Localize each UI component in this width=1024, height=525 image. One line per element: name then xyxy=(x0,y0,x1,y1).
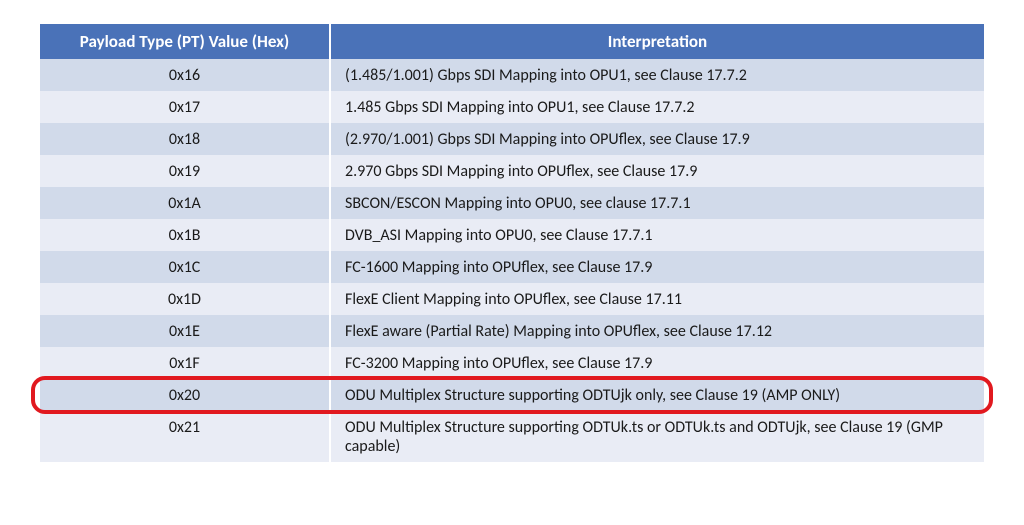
cell-interpretation: SBCON/ESCON Mapping into OPU0, see claus… xyxy=(330,187,984,219)
cell-payload-type: 0x16 xyxy=(40,59,330,91)
cell-payload-type: 0x1C xyxy=(40,251,330,283)
table-row: 0x1BDVB_ASI Mapping into OPU0, see Claus… xyxy=(40,219,984,251)
table-row: 0x1CFC-1600 Mapping into OPUflex, see Cl… xyxy=(40,251,984,283)
cell-payload-type: 0x1B xyxy=(40,219,330,251)
cell-payload-type: 0x1F xyxy=(40,347,330,379)
cell-interpretation: FC-3200 Mapping into OPUflex, see Clause… xyxy=(330,347,984,379)
cell-interpretation: 2.970 Gbps SDI Mapping into OPUflex, see… xyxy=(330,155,984,187)
table-row: 0x1EFlexE aware (Partial Rate) Mapping i… xyxy=(40,315,984,347)
table-row: 0x16(1.485/1.001) Gbps SDI Mapping into … xyxy=(40,59,984,91)
cell-interpretation: FC-1600 Mapping into OPUflex, see Clause… xyxy=(330,251,984,283)
cell-interpretation: FlexE Client Mapping into OPUflex, see C… xyxy=(330,283,984,315)
cell-interpretation: ODU Multiplex Structure supporting ODTUk… xyxy=(330,411,984,462)
table-row: 0x1ASBCON/ESCON Mapping into OPU0, see c… xyxy=(40,187,984,219)
table-row: 0x192.970 Gbps SDI Mapping into OPUflex,… xyxy=(40,155,984,187)
header-interpretation: Interpretation xyxy=(330,24,984,59)
cell-payload-type: 0x1A xyxy=(40,187,330,219)
table-row: 0x21ODU Multiplex Structure supporting O… xyxy=(40,411,984,462)
cell-interpretation: (1.485/1.001) Gbps SDI Mapping into OPU1… xyxy=(330,59,984,91)
cell-payload-type: 0x17 xyxy=(40,91,330,123)
cell-interpretation: 1.485 Gbps SDI Mapping into OPU1, see Cl… xyxy=(330,91,984,123)
header-payload-type: Payload Type (PT) Value (Hex) xyxy=(40,24,330,59)
cell-payload-type: 0x20 xyxy=(40,379,330,411)
cell-interpretation: DVB_ASI Mapping into OPU0, see Clause 17… xyxy=(330,219,984,251)
cell-interpretation: ODU Multiplex Structure supporting ODTUj… xyxy=(330,379,984,411)
table-row: 0x1FFC-3200 Mapping into OPUflex, see Cl… xyxy=(40,347,984,379)
cell-payload-type: 0x19 xyxy=(40,155,330,187)
cell-payload-type: 0x1E xyxy=(40,315,330,347)
cell-interpretation: (2.970/1.001) Gbps SDI Mapping into OPUf… xyxy=(330,123,984,155)
table-row: 0x20ODU Multiplex Structure supporting O… xyxy=(40,379,984,411)
cell-payload-type: 0x21 xyxy=(40,411,330,462)
cell-payload-type: 0x1D xyxy=(40,283,330,315)
table-row: 0x171.485 Gbps SDI Mapping into OPU1, se… xyxy=(40,91,984,123)
table-header-row: Payload Type (PT) Value (Hex) Interpreta… xyxy=(40,24,984,59)
table-row: 0x18(2.970/1.001) Gbps SDI Mapping into … xyxy=(40,123,984,155)
payload-type-table-wrapper: Payload Type (PT) Value (Hex) Interpreta… xyxy=(40,24,984,462)
cell-payload-type: 0x18 xyxy=(40,123,330,155)
payload-type-table: Payload Type (PT) Value (Hex) Interpreta… xyxy=(40,24,984,462)
cell-interpretation: FlexE aware (Partial Rate) Mapping into … xyxy=(330,315,984,347)
table-row: 0x1DFlexE Client Mapping into OPUflex, s… xyxy=(40,283,984,315)
